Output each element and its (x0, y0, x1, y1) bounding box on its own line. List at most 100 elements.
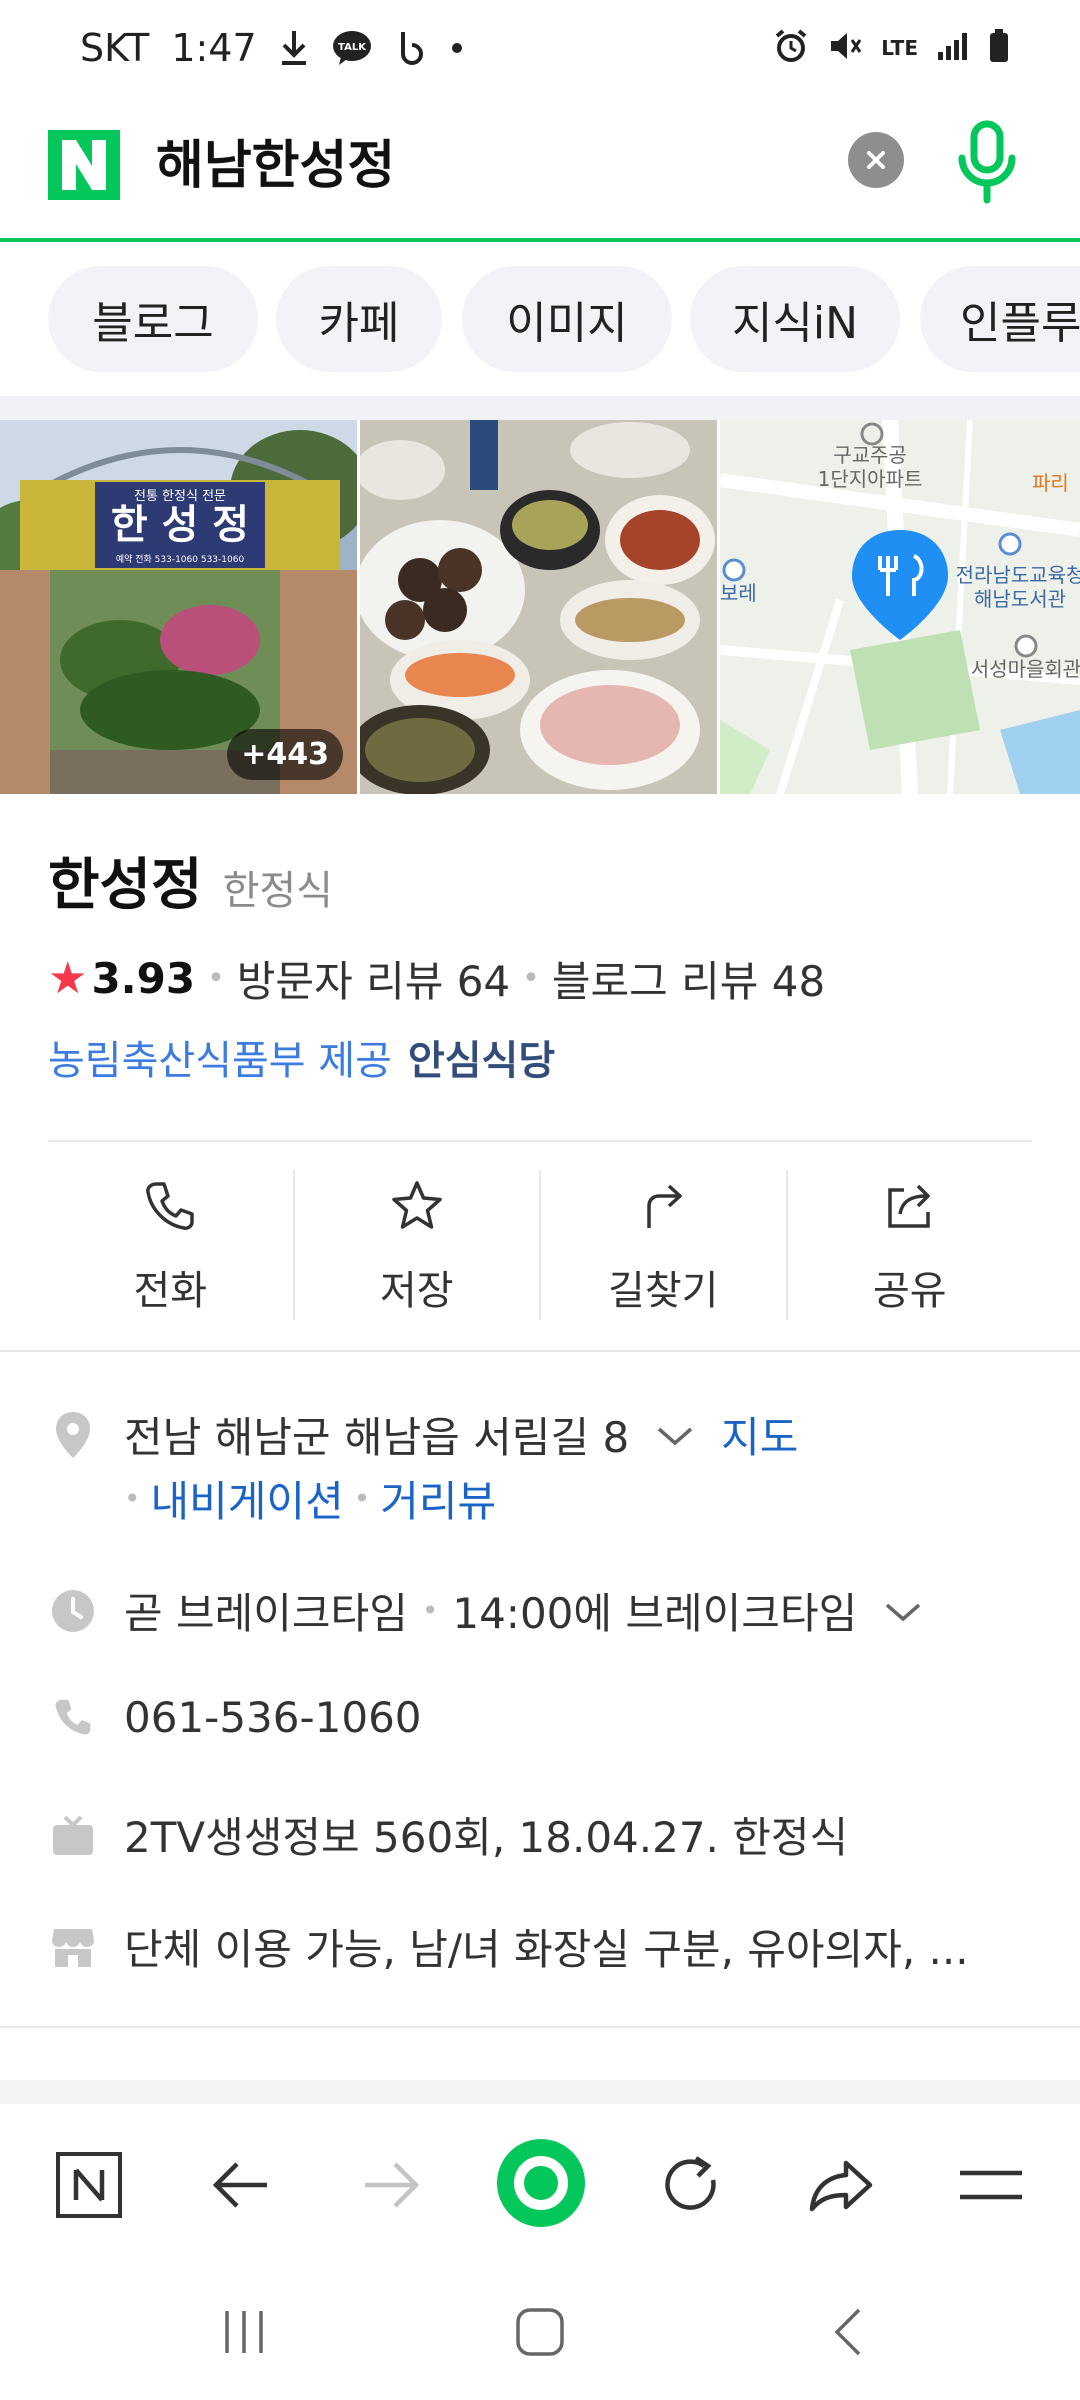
svg-text:전라남도교육청: 전라남도교육청 (956, 563, 1080, 587)
download-icon (279, 29, 309, 67)
phone-icon (146, 1182, 194, 1230)
safe-restaurant-badge[interactable]: 안심식당 (408, 1028, 555, 1086)
directions-icon (647, 1184, 682, 1228)
address-row: 전남 해남군 해남읍 서림길 8 지도 (48, 1404, 798, 1465)
store-icon (48, 1922, 98, 1972)
arrow-right-icon (365, 2162, 420, 2208)
naver-home-icon (56, 2152, 122, 2218)
address-text[interactable]: 전남 해남군 해남읍 서림길 8 (124, 1404, 629, 1465)
amenities-row[interactable]: 단체 이용 가능, 남/녀 화장실 구분, 유아의자, ... (48, 1916, 969, 1977)
share-label: 공유 (872, 1268, 947, 1314)
tab-blog[interactable]: 블로그 (48, 266, 258, 372)
blog-reviews-link[interactable]: 블로그 리뷰 48 (552, 948, 825, 1009)
refresh-button[interactable] (646, 2140, 736, 2230)
home-n-button[interactable] (44, 2140, 134, 2230)
photo-strip: 한 성 정 전통 한정식 전문 예약 전화 533-1060 533-1060 … (0, 420, 1080, 794)
voice-search-button[interactable] (952, 118, 1022, 208)
tab-knowledge-in[interactable]: 지식iN (690, 266, 900, 372)
map-thumbnail[interactable]: 구교주공 1단지아파트 파리 전라남도교육청 해남도서관 서성마을회관 보레 (720, 420, 1080, 794)
clock: 1:47 (171, 26, 257, 70)
phone-row[interactable]: 061-536-1060 (48, 1692, 422, 1742)
visitor-reviews-link[interactable]: 방문자 리뷰 64 (237, 948, 510, 1009)
address-links-row: • 내비게이션 • 거리뷰 (124, 1468, 496, 1529)
separator-dot: • (207, 961, 225, 996)
svg-text:전통 한정식 전문: 전통 한정식 전문 (134, 489, 226, 504)
phone-number[interactable]: 061-536-1060 (124, 1693, 422, 1742)
signal-icon (936, 30, 970, 66)
green-dot-button[interactable] (496, 2138, 586, 2228)
chevron-down-icon[interactable] (655, 1410, 695, 1459)
save-label: 저장 (379, 1268, 454, 1314)
search-header: 해남한성정 (0, 96, 1080, 242)
svg-text:해남도서관: 해남도서관 (974, 587, 1066, 611)
action-bar: 전화 저장 길찾기 공유 (48, 1170, 1032, 1320)
phone-icon (48, 1692, 98, 1742)
street-view-link[interactable]: 거리뷰 (380, 1468, 496, 1529)
recent-apps-icon (225, 2311, 263, 2353)
recent-apps-button[interactable] (204, 2302, 284, 2362)
search-input[interactable]: 해남한성정 (156, 126, 395, 206)
provider-link[interactable]: 농림축산식품부 제공 (48, 1028, 392, 1086)
star-icon (392, 1181, 442, 1229)
notification-dot-icon (451, 42, 463, 54)
hours-status: 곧 브레이크타임 (124, 1589, 408, 1638)
save-button[interactable]: 저장 (295, 1170, 541, 1320)
tv-icon (48, 1810, 98, 1860)
home-icon (516, 2308, 564, 2356)
storefront-photo[interactable]: 한 성 정 전통 한정식 전문 예약 전화 533-1060 533-1060 … (0, 420, 357, 794)
svg-text:구교주공: 구교주공 (833, 443, 907, 467)
forward-button[interactable] (346, 2140, 436, 2230)
svg-text:예약 전화 533-1060 533-1060: 예약 전화 533-1060 533-1060 (116, 553, 245, 565)
back-button[interactable] (196, 2140, 286, 2230)
kakaotalk-icon: TALK (331, 29, 373, 67)
tab-cafe[interactable]: 카페 (276, 266, 442, 372)
food-photo[interactable] (360, 420, 717, 794)
share-page-button[interactable] (796, 2140, 886, 2230)
close-icon (867, 151, 885, 169)
hours-detail: 14:00에 브레이크타임 (452, 1589, 858, 1638)
divider (0, 2026, 1080, 2028)
location-pin-icon (48, 1410, 98, 1460)
mute-icon (827, 28, 863, 68)
separator-dot: • (124, 1482, 141, 1515)
rating-row: ★ 3.93 • 방문자 리뷰 64 • 블로그 리뷰 48 (48, 948, 825, 1009)
next-section-peek (0, 2080, 1080, 2104)
tab-influencer[interactable]: 인플루 (920, 266, 1080, 372)
clear-search-button[interactable] (848, 132, 904, 188)
share-button[interactable]: 공유 (788, 1170, 1033, 1320)
green-dot-icon (497, 2139, 585, 2227)
share-arrow-icon (809, 2160, 873, 2212)
menu-button[interactable] (946, 2140, 1036, 2230)
chevron-down-icon[interactable] (883, 1586, 923, 1635)
svg-text:1단지아파트: 1단지아파트 (818, 467, 923, 491)
naver-logo[interactable] (48, 130, 120, 200)
separator-dot: • (421, 1594, 439, 1627)
system-back-button[interactable] (808, 2302, 888, 2362)
map-link[interactable]: 지도 (721, 1404, 798, 1465)
back-chevron-icon (834, 2308, 861, 2356)
svg-text:한 성 정: 한 성 정 (111, 501, 249, 548)
place-name[interactable]: 한성정 (48, 840, 203, 921)
svg-text:보레: 보레 (720, 581, 757, 605)
svg-text:파리: 파리 (1032, 471, 1069, 495)
share-icon (888, 1184, 930, 1228)
tv-row[interactable]: 2TV생생정보 560회, 18.04.27. 한정식 (48, 1804, 848, 1865)
band-icon (395, 29, 429, 67)
home-button[interactable] (500, 2302, 580, 2362)
directions-button[interactable]: 길찾기 (541, 1170, 788, 1320)
call-button[interactable]: 전화 (48, 1170, 295, 1320)
alarm-icon (773, 28, 809, 68)
lte-indicator: LTE (881, 36, 918, 60)
tab-images[interactable]: 이미지 (462, 266, 672, 372)
svg-text:TALK: TALK (338, 42, 367, 53)
clock-icon (48, 1586, 98, 1636)
battery-icon (988, 28, 1010, 68)
separator-dot: • (353, 1482, 371, 1515)
tv-appearance-text: 2TV생생정보 560회, 18.04.27. 한정식 (124, 1813, 849, 1862)
divider (48, 1140, 1032, 1142)
navigation-link[interactable]: 내비게이션 (151, 1468, 344, 1529)
hours-row[interactable]: 곧 브레이크타임 • 14:00에 브레이크타임 (48, 1580, 923, 1641)
section-separator (0, 396, 1080, 420)
rating-star-icon: ★ (48, 953, 88, 1004)
more-photos-badge[interactable]: +443 (227, 729, 343, 780)
